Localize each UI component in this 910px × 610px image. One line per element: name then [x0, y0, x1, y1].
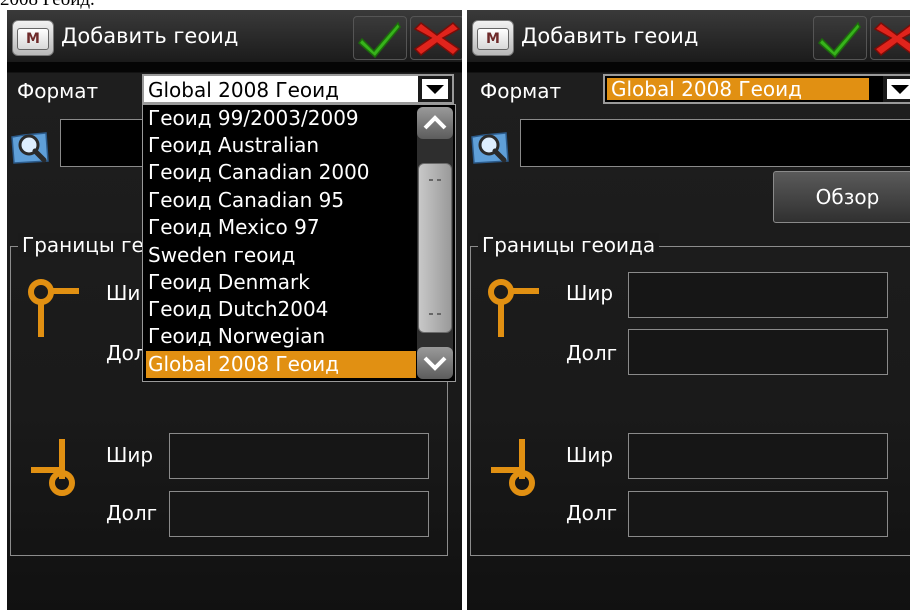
close-icon: [413, 22, 461, 56]
geoid-bounds-label: Границы геоида: [478, 233, 660, 257]
close-icon: [873, 22, 910, 56]
lon-label-bottom: Долг: [566, 501, 618, 525]
lon-field-top[interactable]: [628, 329, 888, 375]
geoid-bounds-group: Границы геоида Шир Долг Шир Долг: [470, 233, 910, 556]
dialog-title: Добавить геоид: [61, 24, 239, 48]
scroll-up-button[interactable]: [417, 107, 453, 139]
ok-button[interactable]: [813, 16, 867, 60]
lon-label-top: Долг: [566, 341, 618, 365]
lat-label-bottom: Шир: [566, 443, 614, 467]
dropdown-option[interactable]: Геоид Canadian 2000: [146, 159, 416, 186]
lon-label-bottom: Долг: [106, 501, 158, 525]
format-select[interactable]: Global 2008 Геоид: [142, 74, 454, 104]
screen-dropdown-closed: M Добавить геоид Формат Global 2008 Геои…: [467, 10, 910, 610]
menu-icon[interactable]: M: [12, 20, 54, 56]
title-bar: M Добавить геоид: [467, 10, 910, 62]
title-bar: M Добавить геоид: [7, 10, 462, 62]
dropdown-option[interactable]: Геоид Canadian 95: [146, 187, 416, 214]
menu-icon-letter: M: [477, 28, 509, 50]
chevron-up-icon: [423, 115, 447, 130]
dropdown-scrollbar[interactable]: [417, 107, 453, 379]
bottom-right-corner-icon: [491, 439, 535, 496]
dropdown-option[interactable]: Геоид Norwegian: [146, 323, 416, 350]
top-left-corner-icon: [28, 279, 79, 337]
lat-field-bottom[interactable]: [628, 433, 888, 479]
screen-dropdown-open: M Добавить геоид Формат Global 2008 Геои…: [7, 10, 462, 610]
dropdown-option-selected[interactable]: Global 2008 Геоид: [146, 351, 416, 378]
dialog-title: Добавить геоид: [521, 24, 699, 48]
dropdown-option[interactable]: Геоид Australian: [146, 132, 416, 159]
lon-label-top: Дол: [106, 341, 147, 365]
chevron-down-icon[interactable]: [418, 76, 452, 102]
bottom-right-corner-icon: [31, 439, 75, 496]
menu-icon-letter: M: [17, 28, 49, 50]
cancel-button[interactable]: [870, 16, 910, 60]
lon-field-bottom[interactable]: [628, 491, 888, 537]
dropdown-option[interactable]: Sweden геоид: [146, 242, 416, 269]
dropdown-option[interactable]: Геоид Mexico 97: [146, 214, 416, 241]
lat-label-bottom: Шир: [106, 443, 154, 467]
checkmark-icon: [817, 21, 861, 59]
format-select-value: Global 2008 Геоид: [607, 78, 869, 100]
dropdown-option[interactable]: Геоид Denmark: [146, 269, 416, 296]
dropdown-option[interactable]: Геоид Dutch2004: [146, 296, 416, 323]
format-select-value: Global 2008 Геоид: [148, 78, 339, 102]
chevron-down-icon[interactable]: [883, 76, 910, 102]
scroll-down-button[interactable]: [417, 347, 453, 379]
checkmark-icon: [357, 21, 401, 59]
path-input[interactable]: [60, 119, 150, 167]
format-label: Формат: [17, 79, 99, 103]
format-select[interactable]: Global 2008 Геоид: [603, 74, 910, 104]
folder-search-icon[interactable]: [470, 127, 510, 167]
geoid-bounds-label: Границы ге: [18, 233, 148, 257]
chevron-down-icon: [423, 356, 447, 371]
lat-label-top: Шир: [566, 281, 614, 305]
caption-text: 2008 Геоид.: [0, 0, 95, 9]
lat-label-top: Ши: [106, 281, 141, 305]
lon-field-bottom[interactable]: [169, 491, 429, 537]
browse-button[interactable]: Обзор: [773, 171, 910, 223]
menu-icon[interactable]: M: [472, 20, 514, 56]
path-input[interactable]: [520, 119, 910, 167]
lat-field-top[interactable]: [628, 272, 888, 318]
folder-search-icon[interactable]: [10, 127, 50, 167]
ok-button[interactable]: [353, 16, 407, 60]
format-label: Формат: [480, 79, 562, 103]
cancel-button[interactable]: [410, 16, 462, 60]
scroll-thumb[interactable]: [418, 163, 452, 333]
format-dropdown-list[interactable]: Геоид 99/2003/2009 Геоид Australian Геои…: [142, 104, 456, 382]
lat-field-bottom[interactable]: [169, 433, 429, 479]
dropdown-option[interactable]: Геоид 99/2003/2009: [146, 105, 416, 132]
top-left-corner-icon: [488, 279, 539, 337]
